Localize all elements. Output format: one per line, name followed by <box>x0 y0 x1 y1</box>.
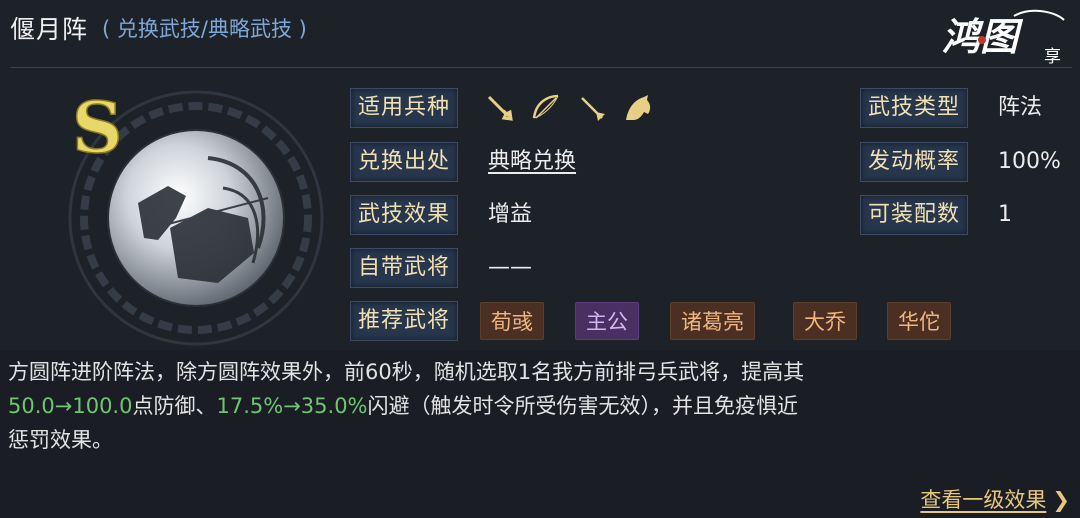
desc-mid1: 点防御、 <box>132 394 217 418</box>
spear-icon <box>581 97 605 121</box>
desc-mid2: 闪避（触发时令所受伤害无效），并且免疫惧近 <box>367 394 799 418</box>
equip-count-value: 1 <box>998 202 1012 227</box>
troop-type-label: 适用兵种 <box>350 88 459 128</box>
grade-letter: S <box>72 86 123 169</box>
view-level1-effect-label: 查看一级效果 <box>920 488 1047 512</box>
game-logo: 鸿图 享 <box>942 9 1065 67</box>
recommend-tag[interactable]: 荀彧 <box>480 302 544 340</box>
own-general-label: 自带武将 <box>350 248 459 288</box>
trigger-prob-label: 发动概率 <box>860 142 969 182</box>
equip-count-label: 可装配数 <box>860 195 969 235</box>
skill-emblem: S <box>68 85 324 346</box>
skill-type-label: 武技类型 <box>860 88 969 128</box>
own-general-value: —— <box>488 255 532 280</box>
view-level1-effect-link[interactable]: 查看一级效果 ❯ <box>920 484 1070 514</box>
desc-dodge-value: 17.5%→35.0% <box>216 394 368 418</box>
header: 偃月阵 ( 兑换武技/典略武技 ) 鸿图 享 <box>0 0 1080 68</box>
skill-category: ( 兑换武技/典略武技 ) <box>102 17 307 41</box>
source-label: 兑换出处 <box>350 142 459 182</box>
effect-label: 武技效果 <box>350 195 459 235</box>
header-divider <box>10 67 1072 68</box>
troop-type-icons <box>484 88 654 128</box>
recommend-tag[interactable]: 主公 <box>575 302 639 340</box>
recommend-tag[interactable]: 大乔 <box>793 302 857 340</box>
skill-type-value: 阵法 <box>998 95 1043 120</box>
chevron-right-icon: ❯ <box>1052 488 1070 512</box>
trigger-prob-value: 100% <box>998 149 1061 174</box>
source-link[interactable]: 典略兑换 <box>488 142 576 182</box>
logo-sub: 享 <box>1044 47 1061 67</box>
recommend-label: 推荐武将 <box>350 301 459 341</box>
desc-line1: 方圆阵进阶阵法，除方圆阵效果外，前60秒，随机选取1名我方前排弓兵武将，提高其 <box>8 360 805 384</box>
skill-detail-panel: 偃月阵 ( 兑换武技/典略武技 ) 鸿图 享 S 适用兵种 兑换出处 典略兑换 … <box>0 0 1080 518</box>
sword-icon <box>487 95 513 121</box>
desc-line3: 惩罚效果。 <box>8 428 113 452</box>
desc-defense-value: 50.0→100.0 <box>8 394 133 418</box>
skill-title: 偃月阵 <box>10 15 89 44</box>
recommend-tag[interactable]: 华佗 <box>887 302 951 340</box>
bow-icon <box>532 94 559 119</box>
skill-description: 方圆阵进阶阵法，除方圆阵效果外，前60秒，随机选取1名我方前排弓兵武将，提高其 … <box>8 355 1068 457</box>
effect-value: 增益 <box>488 202 533 227</box>
recommend-tag[interactable]: 诸葛亮 <box>670 302 755 340</box>
horse-icon <box>626 95 651 120</box>
